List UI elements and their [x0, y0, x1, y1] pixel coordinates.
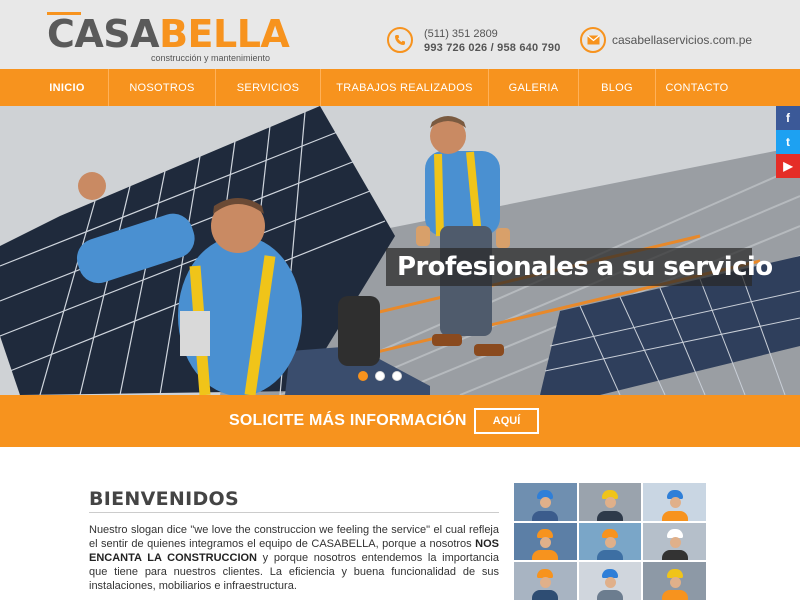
welcome-text-1: Nuestro slogan dice "we love the constru…	[89, 524, 499, 550]
nav-item-servicios[interactable]: SERVICIOS	[216, 69, 320, 106]
worker-photo	[578, 562, 642, 600]
logo-wordmark: CASABELLA	[47, 12, 290, 56]
worker-photo	[643, 522, 706, 561]
twitter-icon[interactable]: t	[776, 130, 800, 154]
site-header: CASABELLA construcción y mantenimiento (…	[0, 0, 800, 69]
worker-photo	[578, 522, 642, 561]
logo-bella: BELLA	[159, 12, 290, 56]
slider-dots	[358, 371, 402, 381]
phone-numbers: (511) 351 2809 993 726 026 / 958 640 790	[424, 27, 561, 55]
nav-item-trabajos-realizados[interactable]: TRABAJOS REALIZADOS	[321, 69, 488, 106]
welcome-divider	[89, 512, 499, 513]
slider-dot-3[interactable]	[392, 371, 402, 381]
welcome-title: BIENVENIDOS	[89, 488, 239, 510]
cta-button[interactable]: AQUÍ	[474, 408, 539, 434]
worker-photo	[643, 483, 706, 521]
phone-line-2[interactable]: 993 726 026 / 958 640 790	[424, 41, 561, 55]
worker-photo	[514, 522, 577, 561]
nav-item-contacto[interactable]: CONTACTO	[656, 69, 738, 106]
worker-photo	[643, 562, 706, 600]
hero-slider[interactable]: Profesionales a su servicio	[0, 106, 800, 395]
hero-caption: Profesionales a su servicio	[386, 248, 773, 286]
mail-icon	[580, 27, 606, 53]
nav-item-inicio[interactable]: INICIO	[40, 69, 94, 106]
worker-photo	[514, 562, 577, 600]
phone-line-1[interactable]: (511) 351 2809	[424, 27, 561, 41]
hero-slogan: Profesionales a su servicio	[397, 252, 773, 282]
worker-photo	[514, 483, 577, 521]
slider-dot-1[interactable]	[358, 371, 368, 381]
worker-photo-grid	[514, 483, 706, 600]
nav-item-nosotros[interactable]: NOSOTROS	[109, 69, 215, 106]
phone-icon	[387, 27, 413, 53]
nav-item-blog[interactable]: BLOG	[579, 69, 655, 106]
cta-text: SOLICITE MÁS INFORMACIÓN	[229, 412, 467, 429]
worker-photo	[578, 483, 642, 521]
slider-dot-2[interactable]	[375, 371, 385, 381]
nav-item-galeria[interactable]: GALERIA	[489, 69, 578, 106]
logo-tagline: construcción y mantenimiento	[151, 53, 271, 63]
email-link[interactable]: casabellaservicios.com.pe	[612, 33, 752, 47]
logo-casa: CASA	[47, 12, 160, 56]
youtube-icon[interactable]: ▶	[776, 154, 800, 178]
main-nav: INICIO NOSOTROS SERVICIOS TRABAJOS REALI…	[0, 69, 800, 106]
welcome-body: Nuestro slogan dice "we love the constru…	[89, 523, 499, 593]
cta-banner: SOLICITE MÁS INFORMACIÓN	[0, 395, 800, 447]
facebook-icon[interactable]: f	[776, 106, 800, 130]
